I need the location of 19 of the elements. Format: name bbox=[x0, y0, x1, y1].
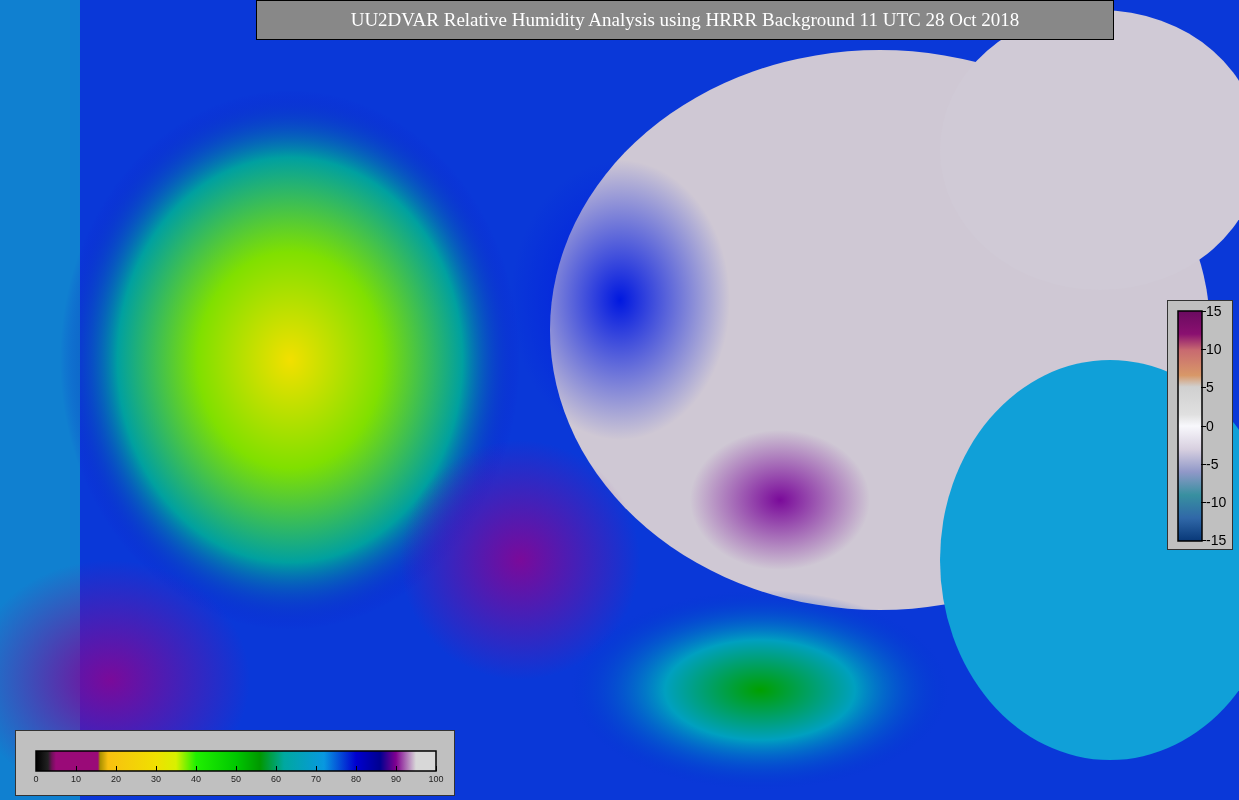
scale-label: 10 bbox=[1206, 342, 1222, 357]
scale-label: 50 bbox=[231, 775, 241, 784]
scale-label: 80 bbox=[351, 775, 361, 784]
scale-label: 90 bbox=[391, 775, 401, 784]
scale-label: 30 bbox=[151, 775, 161, 784]
scale-label: 10 bbox=[71, 775, 81, 784]
scale-label: 70 bbox=[311, 775, 321, 784]
scale-label: -10 bbox=[1206, 494, 1227, 509]
scale-label: 0 bbox=[33, 775, 39, 784]
scale-label: 0 bbox=[1206, 418, 1214, 433]
scale-label: 20 bbox=[111, 775, 121, 784]
scale-label: -5 bbox=[1206, 456, 1219, 471]
scale-label: -15 bbox=[1206, 533, 1227, 547]
scale-label: 60 bbox=[271, 775, 281, 784]
scale-label: 15 bbox=[1206, 304, 1222, 318]
scale-label: 5 bbox=[1206, 380, 1214, 395]
scale-label: 40 bbox=[191, 775, 201, 784]
map-title: UU2DVAR Relative Humidity Analysis using HRRR Background 11 UTC 28 Oct 2018 bbox=[256, 0, 1114, 40]
scale-label: 100 bbox=[428, 775, 444, 784]
